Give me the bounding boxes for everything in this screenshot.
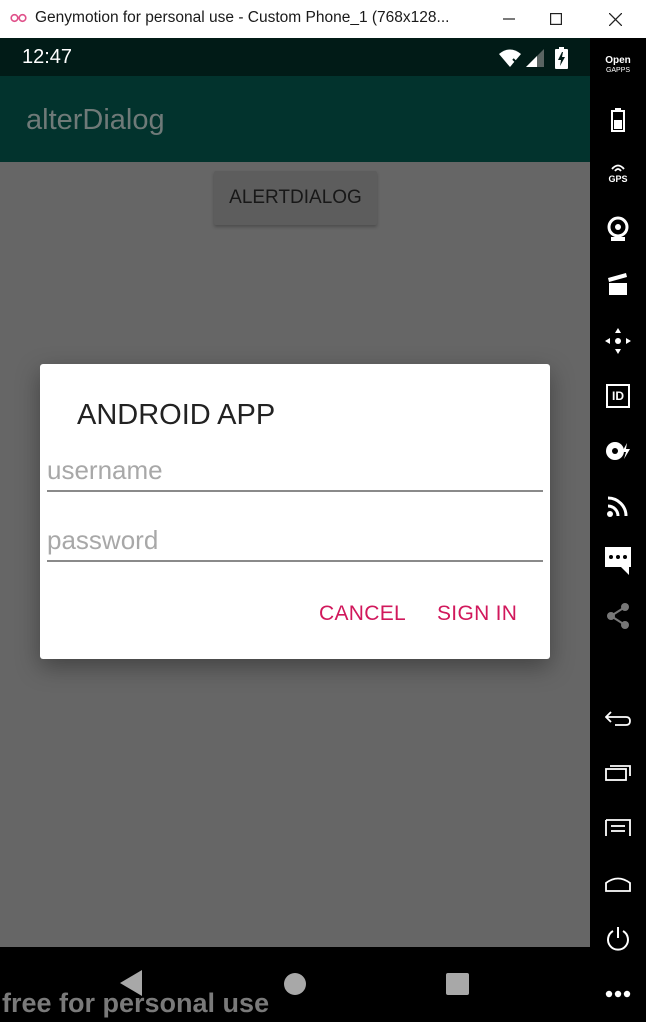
home-button[interactable] [590, 872, 646, 896]
recents-icon [605, 765, 631, 781]
recents-button[interactable] [590, 760, 646, 784]
signal-icon [526, 49, 544, 67]
genymotion-sidebar: Open GAPPS GPS ID [590, 38, 646, 1022]
battery-charging-icon [555, 47, 568, 69]
navigation-bar: free for personal use [0, 947, 590, 1022]
app-title: alterDialog [26, 104, 165, 136]
home-icon [605, 877, 631, 892]
genymotion-logo-icon [10, 13, 27, 23]
gps-button[interactable]: GPS [590, 160, 646, 188]
cast-icon [607, 496, 628, 517]
close-icon [608, 12, 622, 26]
menu-icon [605, 819, 631, 836]
nav-recents-icon[interactable] [446, 973, 469, 995]
status-bar: 12:47 [0, 38, 590, 76]
phone-screen: 12:47 alterDialog ALERTDIALOG ANDROID AP… [0, 38, 590, 947]
battery-icon [611, 108, 625, 132]
media-button[interactable] [590, 270, 646, 298]
watermark-text: free for personal use [2, 988, 270, 1018]
camera-icon [607, 216, 629, 241]
status-clock: 12:47 [22, 46, 73, 68]
share-button[interactable] [590, 601, 646, 631]
device-id-button[interactable]: ID [590, 381, 646, 411]
dpad-icon [605, 328, 631, 354]
sms-button[interactable] [590, 545, 646, 577]
login-dialog: ANDROID APP CANCEL SIGN IN [40, 364, 550, 659]
minimize-button[interactable] [486, 0, 532, 38]
more-button[interactable] [590, 984, 646, 1004]
maximize-icon [550, 13, 562, 25]
wifi-icon [499, 49, 521, 67]
close-button[interactable] [592, 0, 638, 38]
open-gapps-label-2: GAPPS [605, 67, 631, 74]
menu-button[interactable] [590, 816, 646, 840]
cancel-button[interactable]: CANCEL [319, 602, 406, 626]
window-title: Genymotion for personal use - Custom Pho… [35, 9, 450, 26]
sign-in-button[interactable]: SIGN IN [437, 602, 517, 626]
camera-button[interactable] [590, 214, 646, 244]
sound-button[interactable] [590, 436, 646, 466]
back-button[interactable] [590, 706, 646, 730]
password-field[interactable] [47, 520, 543, 562]
nav-home-icon[interactable] [284, 973, 306, 995]
share-icon [607, 603, 629, 629]
app-bar: alterDialog [0, 76, 590, 162]
clapperboard-icon [608, 273, 627, 295]
sms-icon [605, 547, 631, 575]
power-icon [607, 927, 629, 951]
window-titlebar: Genymotion for personal use - Custom Pho… [0, 0, 646, 38]
minimize-icon [503, 18, 515, 20]
cast-button[interactable] [590, 491, 646, 521]
device-id-icon: ID [606, 384, 630, 408]
navigation-button[interactable] [590, 326, 646, 356]
gps-label: GPS [608, 174, 628, 184]
power-button[interactable] [590, 924, 646, 954]
battery-button[interactable] [590, 106, 646, 134]
username-field[interactable] [47, 450, 543, 492]
more-icon [605, 990, 631, 998]
maximize-button[interactable] [533, 0, 579, 38]
dialog-title: ANDROID APP [77, 399, 276, 431]
open-gapps-button[interactable]: Open GAPPS [590, 54, 646, 78]
gps-icon [611, 164, 625, 172]
open-gapps-label: Open [605, 55, 631, 66]
sound-icon [606, 442, 630, 460]
alert-dialog-button[interactable]: ALERTDIALOG [214, 171, 377, 225]
back-icon [605, 711, 631, 726]
